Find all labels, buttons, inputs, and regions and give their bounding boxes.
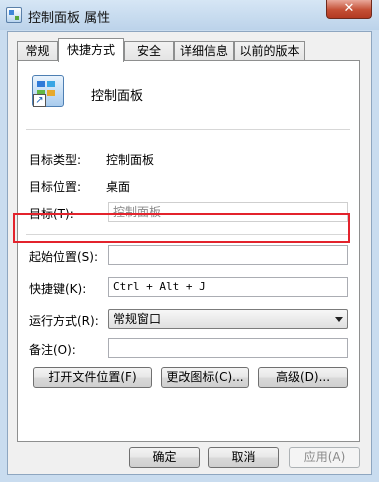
- ok-button[interactable]: 确定: [129, 447, 200, 468]
- target-label: 目标(T):: [29, 207, 74, 221]
- tab-previous-versions[interactable]: 以前的版本: [234, 41, 305, 61]
- target-location-label: 目标位置:: [29, 180, 82, 194]
- apply-button[interactable]: 应用(A): [289, 447, 360, 468]
- target-location-value: 桌面: [106, 180, 131, 194]
- target-type-value: 控制面板: [106, 153, 155, 167]
- start-in-label: 起始位置(S):: [29, 250, 99, 264]
- shortcut-panel: ↗ 控制面板 目标类型: 控制面板 目标位置: 桌面 目标(T): 控制面板 起…: [17, 60, 360, 442]
- properties-dialog: 常规 快捷方式 安全 详细信息 以前的版本 ↗ 控制面板 目标类型: 控制面板 …: [7, 31, 372, 475]
- divider: [26, 129, 350, 130]
- tab-security[interactable]: 安全: [124, 41, 174, 61]
- start-in-field[interactable]: [108, 245, 348, 265]
- title-bar: 控制面板 属性 ✕: [0, 0, 379, 30]
- cancel-button[interactable]: 取消: [208, 447, 279, 468]
- change-icon-button[interactable]: 更改图标(C)...: [161, 367, 249, 388]
- comment-label: 备注(O):: [29, 343, 76, 357]
- open-file-location-button[interactable]: 打开文件位置(F): [33, 367, 152, 388]
- tab-details[interactable]: 详细信息: [174, 41, 234, 61]
- divider: [26, 234, 350, 235]
- close-button[interactable]: ✕: [326, 0, 372, 19]
- run-select-value: 常规窗口: [113, 312, 162, 326]
- hotkey-field[interactable]: Ctrl + Alt + J: [108, 277, 348, 297]
- control-panel-icon: ↗: [32, 75, 64, 107]
- run-label: 运行方式(R):: [29, 314, 99, 328]
- run-select[interactable]: 常规窗口: [108, 309, 348, 329]
- comment-field[interactable]: [108, 338, 348, 358]
- target-type-label: 目标类型:: [29, 153, 82, 167]
- tab-shortcut[interactable]: 快捷方式: [58, 38, 124, 62]
- tab-general[interactable]: 常规: [17, 41, 58, 61]
- shortcut-arrow-icon: ↗: [33, 94, 46, 107]
- control-panel-small-icon: [6, 7, 22, 23]
- window-title: 控制面板 属性: [28, 11, 111, 26]
- advanced-button[interactable]: 高级(D)...: [258, 367, 348, 388]
- chevron-down-icon: [335, 317, 343, 322]
- shortcut-name: 控制面板: [91, 89, 144, 104]
- target-field[interactable]: 控制面板: [108, 202, 348, 222]
- hotkey-label: 快捷键(K):: [29, 282, 87, 296]
